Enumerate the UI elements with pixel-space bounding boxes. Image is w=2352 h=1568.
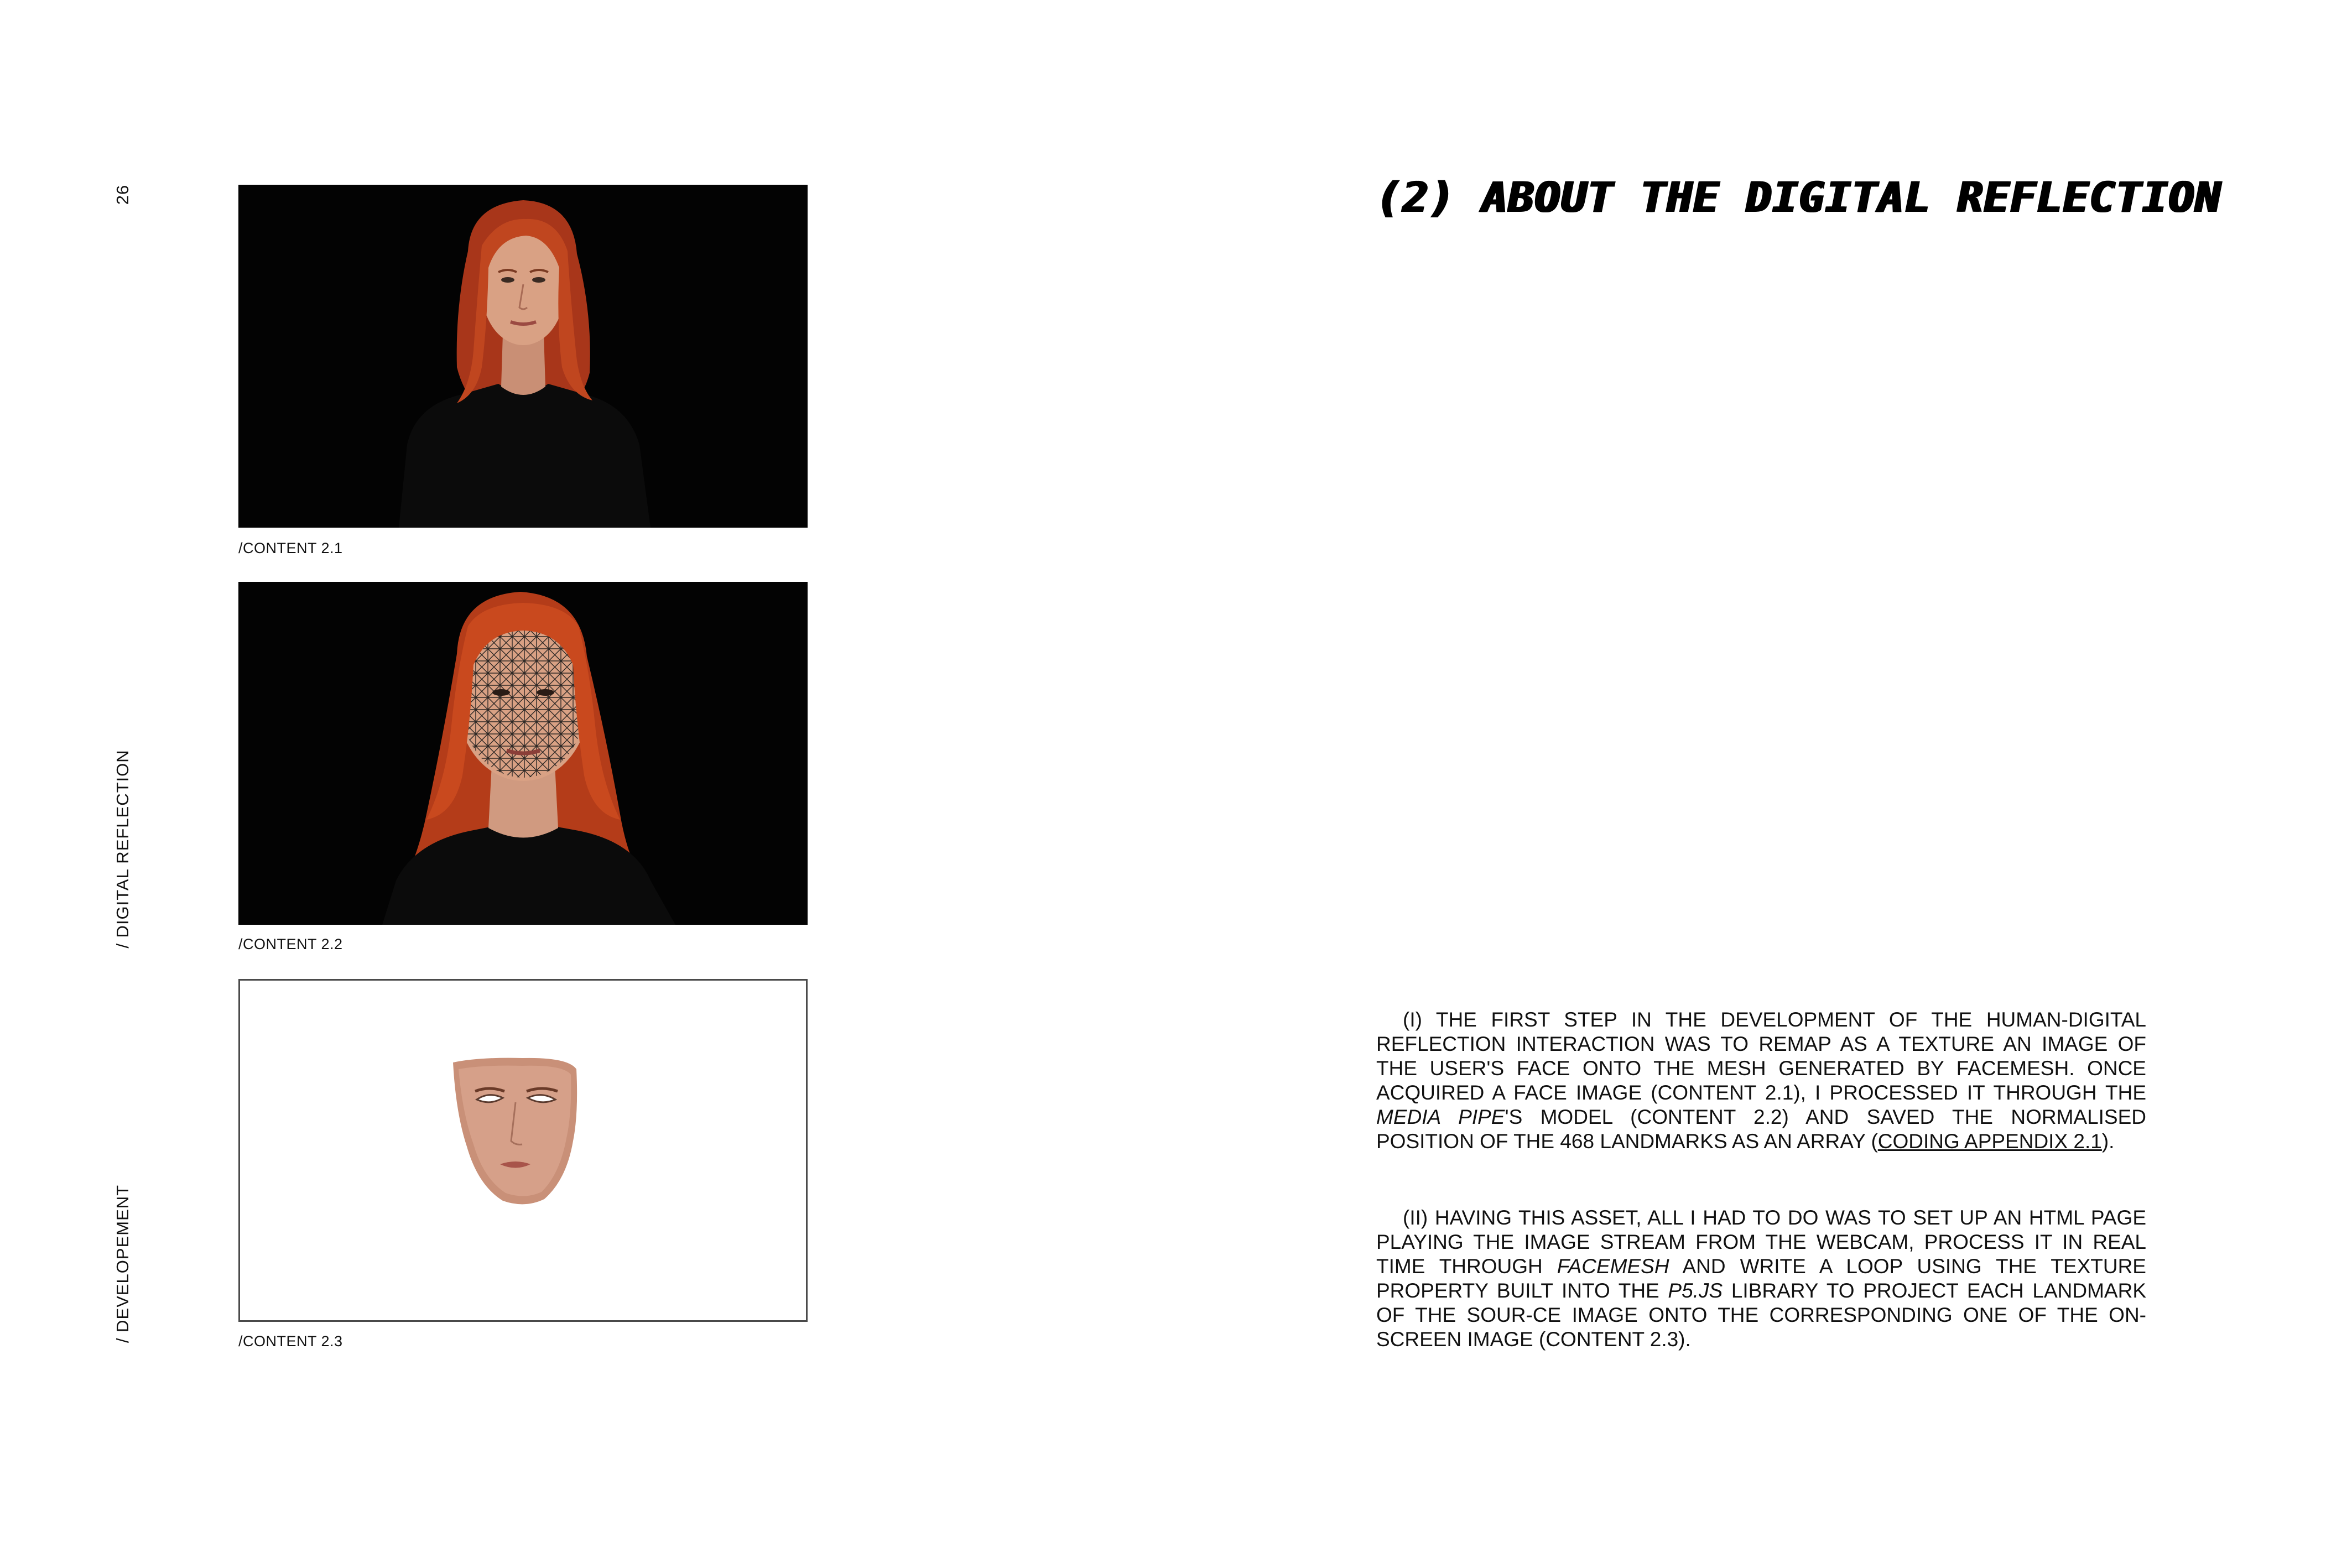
- p1-text-a: (I) THE FIRST STEP IN THE DEVELOPMENT OF…: [1376, 1008, 2146, 1104]
- figure-content-2-1: [238, 185, 808, 528]
- section-label: / DIGITAL REFLECTION: [113, 749, 132, 949]
- caption-content-2-1: /CONTENT 2.1: [238, 540, 343, 556]
- p2-facemesh: FACEMESH: [1557, 1255, 1669, 1278]
- paragraph-2: (II) HAVING THIS ASSET, ALL I HAD TO DO …: [1376, 1206, 2146, 1352]
- page-number: 26: [113, 184, 132, 205]
- p2-p5js: P5.JS: [1668, 1279, 1723, 1302]
- facemesh-image: [238, 582, 808, 925]
- caption-content-2-2: /CONTENT 2.2: [238, 936, 343, 952]
- caption-content-2-3: /CONTENT 2.3: [238, 1333, 343, 1350]
- figure-content-2-2: [238, 582, 808, 925]
- p1-media-pipe: MEDIA PIPE: [1376, 1106, 1505, 1128]
- section-heading: (2) ABOUT THE DIGITAL REFLECTION: [1376, 173, 2222, 222]
- paragraph-1: (I) THE FIRST STEP IN THE DEVELOPMENT OF…: [1376, 1008, 2146, 1154]
- figure-content-2-3: [238, 979, 808, 1322]
- face-mask-image: [240, 981, 806, 1320]
- portrait-image: [238, 185, 808, 528]
- coding-appendix-link[interactable]: CODING APPENDIX 2.1: [1878, 1130, 2102, 1153]
- subsection-label: / DEVELOPEMENT: [113, 1184, 132, 1343]
- p1-text-d: ).: [2101, 1130, 2115, 1153]
